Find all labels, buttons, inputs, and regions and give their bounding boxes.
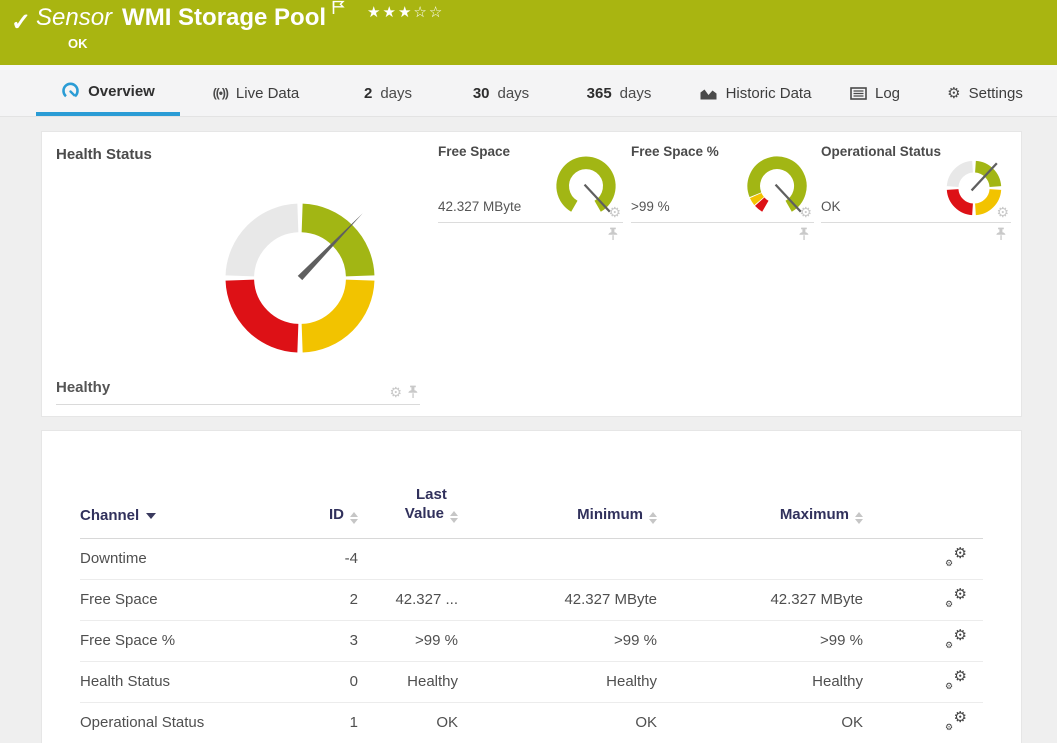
health-status-section: Health Status Healthy ⚙ [42, 132, 434, 416]
sort-arrows-icon[interactable] [855, 511, 863, 524]
channel-id: 2 [280, 579, 358, 621]
channel-minimum: Healthy [458, 661, 657, 703]
pin-icon[interactable] [607, 227, 619, 241]
channel-maximum: Healthy [657, 661, 863, 703]
channel-last-value: 42.327 ... [358, 579, 458, 621]
sort-arrows-icon[interactable] [350, 511, 358, 524]
tab-365-days[interactable]: 365 days [558, 70, 680, 116]
pin-icon[interactable] [995, 227, 1007, 241]
health-status-title: Health Status [56, 146, 152, 163]
tab-overview[interactable]: Overview [36, 70, 180, 116]
channels-table: Channel ID Last Value Minimum Maximum Do… [80, 431, 983, 743]
channel-minimum: OK [458, 702, 657, 743]
live-data-icon: ((•)) [212, 86, 229, 100]
channel-minimum: 42.327 MByte [458, 579, 657, 621]
pin-icon[interactable] [407, 385, 419, 399]
channel-name: Health Status [80, 661, 280, 703]
table-row-free-space-percent: Free Space % 3 >99 % >99 % >99 % ⚙ ⚙ [80, 620, 983, 662]
operational-status-title: Operational Status [821, 144, 942, 159]
channel-settings-icon[interactable]: ⚙ ⚙ [945, 586, 967, 609]
flag-icon[interactable] [332, 0, 345, 20]
channel-maximum: 42.327 MByte [657, 579, 863, 621]
channel-settings-icon[interactable]: ⚙ ⚙ [945, 627, 967, 650]
channel-gear-icon[interactable]: ⚙ [608, 205, 621, 219]
channel-last-value [358, 538, 458, 580]
tab-bar: Overview ((•)) Live Data 2 days 30 days … [0, 70, 1057, 117]
log-list-icon [850, 86, 867, 100]
channel-settings-icon[interactable]: ⚙ ⚙ [945, 668, 967, 691]
health-status-gauge [225, 203, 375, 353]
channels-panel: Channel ID Last Value Minimum Maximum Do… [41, 430, 1022, 743]
gauge-icon [61, 82, 80, 101]
channel-name: Downtime [80, 538, 280, 580]
sensor-header: ✓ Sensor WMI Storage Pool ★★★☆☆ OK [0, 0, 1057, 65]
free-space-section: Free Space 42.327 MByte ⚙ [438, 132, 623, 240]
table-row-health-status: Health Status 0 Healthy Healthy Healthy … [80, 661, 983, 703]
sort-caret-icon[interactable] [146, 512, 157, 519]
sensor-status-text: OK [68, 36, 88, 51]
tab-settings[interactable]: ⚙ Settings [920, 70, 1050, 116]
priority-stars[interactable]: ★★★☆☆ [367, 3, 444, 21]
health-status-value: Healthy [56, 379, 111, 396]
channel-settings-icon[interactable]: ⚙ ⚙ [945, 709, 967, 732]
table-header-row: Channel ID Last Value Minimum Maximum [80, 431, 983, 539]
channel-minimum: >99 % [458, 620, 657, 662]
table-row-operational-status: Operational Status 1 OK OK OK ⚙ ⚙ [80, 702, 983, 743]
operational-status-section: Operational Status OK ⚙ [821, 132, 1011, 240]
operational-status-value: OK [821, 199, 841, 214]
free-space-percent-value: >99 % [631, 199, 670, 214]
table-row-free-space: Free Space 2 42.327 ... 42.327 MByte 42.… [80, 579, 983, 621]
sort-arrows-icon[interactable] [450, 510, 458, 523]
free-space-value: 42.327 MByte [438, 199, 522, 214]
column-last-value[interactable]: Last Value [358, 431, 458, 539]
channel-maximum: OK [657, 702, 863, 743]
object-kind-label: Sensor [36, 4, 113, 31]
channel-name: Free Space % [80, 620, 280, 662]
tab-live-data[interactable]: ((•)) Live Data [180, 70, 332, 116]
channel-maximum: >99 % [657, 620, 863, 662]
tab-30-days[interactable]: 30 days [444, 70, 558, 116]
channel-maximum [657, 538, 863, 580]
area-chart-icon [699, 86, 718, 101]
channel-gear-icon[interactable]: ⚙ [389, 385, 402, 399]
settings-gear-icon: ⚙ [947, 85, 961, 102]
channel-gear-icon[interactable]: ⚙ [799, 205, 812, 219]
status-ok-check-icon: ✓ [11, 9, 32, 36]
free-space-percent-title: Free Space % [631, 144, 719, 159]
channel-gear-icon[interactable]: ⚙ [996, 205, 1009, 219]
table-row-downtime: Downtime -4 ⚙ ⚙ [80, 538, 983, 580]
tab-2-days[interactable]: 2 days [332, 70, 444, 116]
channel-name: Free Space [80, 579, 280, 621]
column-id[interactable]: ID [280, 431, 358, 539]
channel-settings-icon[interactable]: ⚙ ⚙ [945, 545, 967, 568]
gauges-panel: Health Status Healthy ⚙ Free Space 42.32… [41, 131, 1022, 417]
pin-icon[interactable] [798, 227, 810, 241]
channel-id: 1 [280, 702, 358, 743]
tab-historic-data[interactable]: Historic Data [680, 70, 830, 116]
tab-log[interactable]: Log [830, 70, 920, 116]
channel-minimum [458, 538, 657, 580]
channel-name: Operational Status [80, 702, 280, 743]
channel-last-value: Healthy [358, 661, 458, 703]
sort-arrows-icon[interactable] [649, 511, 657, 524]
channel-id: 0 [280, 661, 358, 703]
page-title: WMI Storage Pool [122, 4, 327, 31]
column-channel[interactable]: Channel [80, 431, 280, 539]
channel-id: 3 [280, 620, 358, 662]
section-rule [56, 404, 420, 405]
free-space-title: Free Space [438, 144, 511, 159]
column-maximum[interactable]: Maximum [657, 431, 863, 539]
channel-id: -4 [280, 538, 358, 580]
column-minimum[interactable]: Minimum [458, 431, 657, 539]
channel-last-value: OK [358, 702, 458, 743]
channel-last-value: >99 % [358, 620, 458, 662]
free-space-percent-section: Free Space % >99 % ⚙ [631, 132, 814, 240]
prtg-sensor-page: ✓ Sensor WMI Storage Pool ★★★☆☆ OK Overv… [0, 0, 1057, 743]
